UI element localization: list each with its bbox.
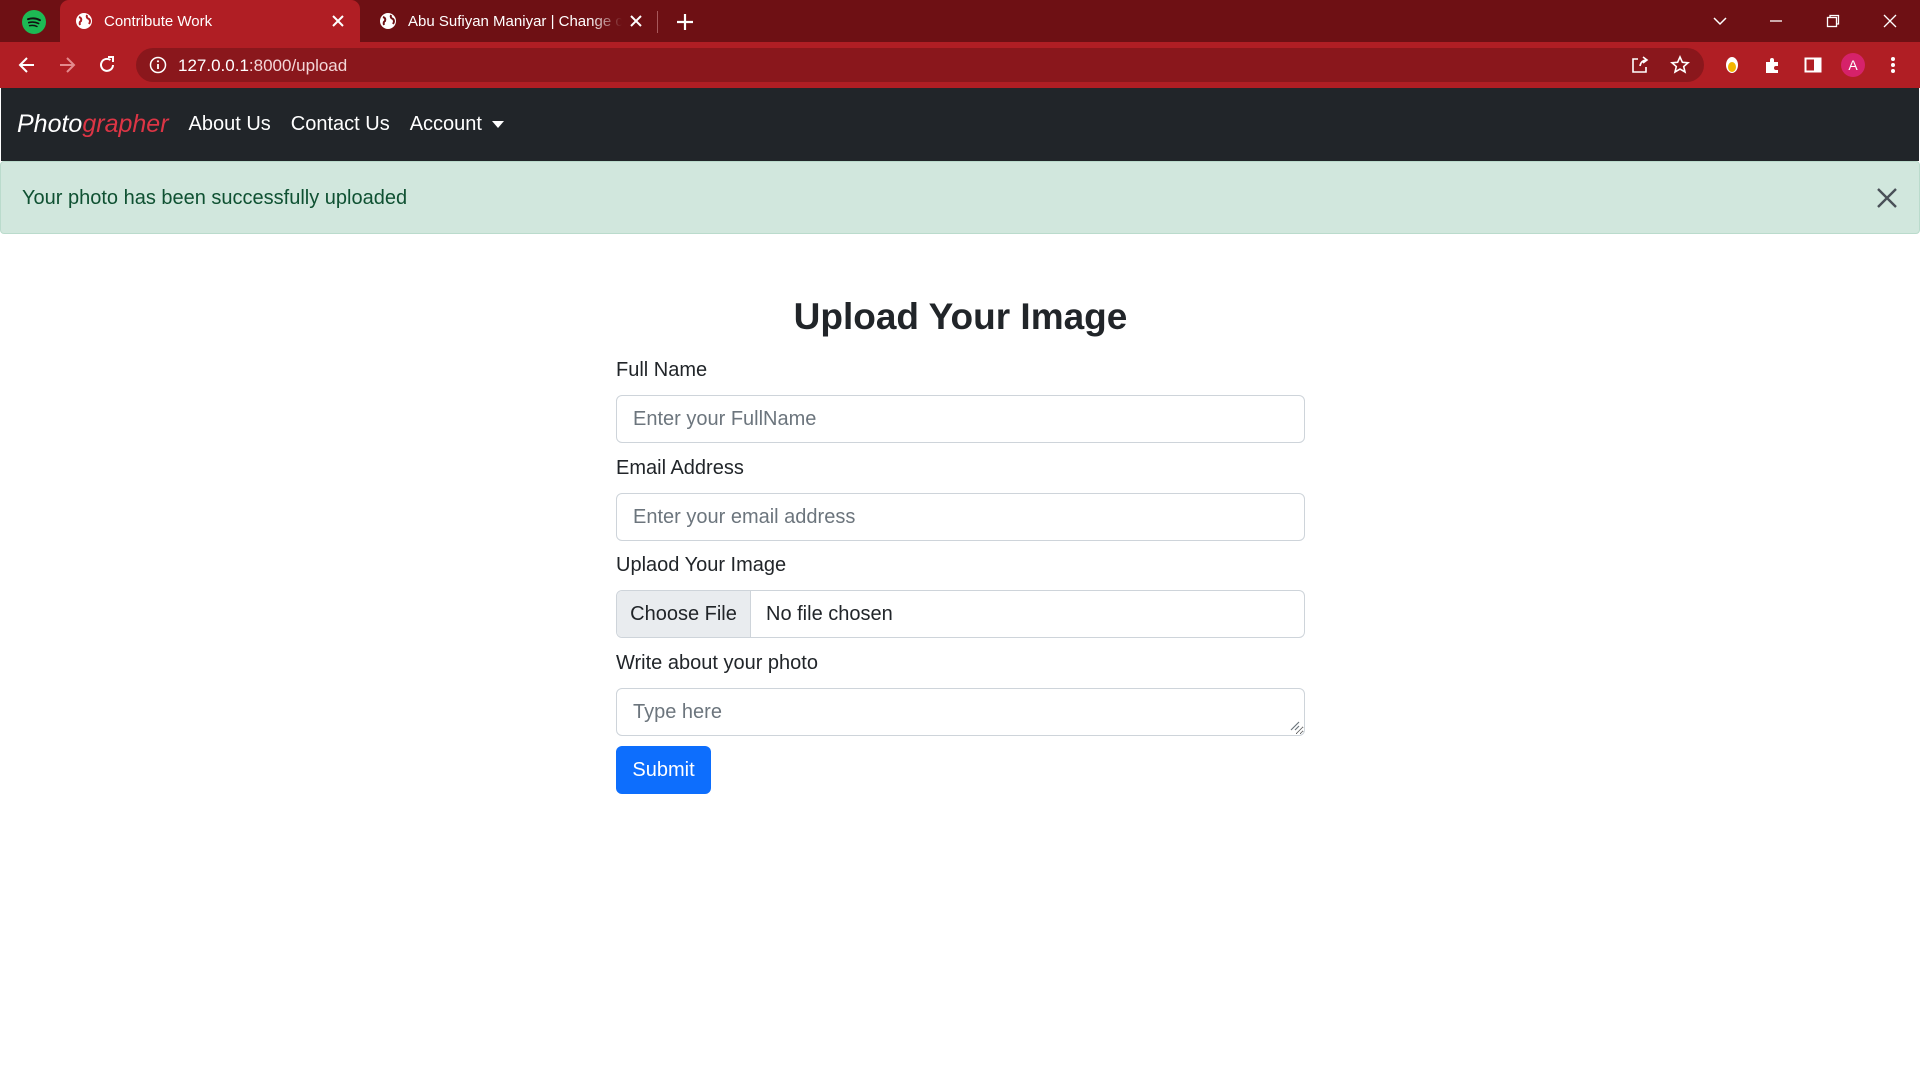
site-navbar: Photographer About Us Contact Us Account bbox=[1, 88, 1919, 161]
full-name-input[interactable] bbox=[616, 395, 1305, 443]
alert-message: Your photo has been successfully uploade… bbox=[22, 187, 408, 209]
close-tab-icon[interactable] bbox=[622, 7, 650, 35]
file-status-text: No file chosen bbox=[766, 602, 893, 625]
spotify-icon[interactable] bbox=[22, 10, 46, 34]
form-title: Upload Your Image bbox=[793, 296, 1128, 337]
menu-kebab-icon[interactable] bbox=[1879, 51, 1907, 79]
close-tab-icon[interactable] bbox=[324, 7, 352, 35]
submit-button[interactable]: Submit bbox=[616, 746, 711, 794]
new-tab-icon[interactable] bbox=[670, 7, 700, 37]
extension-icon[interactable] bbox=[1718, 51, 1746, 79]
image-file-input[interactable]: Choose File No file chosen bbox=[616, 590, 1305, 638]
nav-account-dropdown[interactable]: Account bbox=[410, 113, 504, 136]
url-text: 127.0.0.1:8000/upload bbox=[178, 56, 348, 75]
caret-down-icon bbox=[491, 121, 504, 128]
email-label: Email Address bbox=[616, 457, 744, 479]
address-bar[interactable]: 127.0.0.1:8000/upload bbox=[136, 48, 1704, 82]
restore-icon[interactable] bbox=[1805, 0, 1861, 42]
back-arrow-icon[interactable] bbox=[12, 50, 42, 80]
profile-avatar[interactable]: A bbox=[1841, 53, 1865, 77]
close-window-icon[interactable] bbox=[1862, 0, 1918, 42]
bookmark-star-icon[interactable] bbox=[1668, 53, 1692, 77]
tab-separator bbox=[657, 11, 658, 33]
side-panel-icon[interactable] bbox=[1799, 51, 1827, 79]
resize-grip-icon[interactable] bbox=[1290, 721, 1300, 731]
minimize-icon[interactable] bbox=[1748, 0, 1804, 42]
nav-about-us[interactable]: About Us bbox=[189, 113, 271, 136]
email-input[interactable] bbox=[616, 493, 1305, 541]
about-photo-label: Write about your photo bbox=[616, 652, 818, 674]
browser-toolbar: 127.0.0.1:8000/upload A bbox=[0, 42, 1920, 88]
close-alert-icon[interactable] bbox=[1873, 184, 1901, 212]
success-alert: Your photo has been successfully uploade… bbox=[0, 161, 1920, 234]
tab-contribute-work[interactable]: Contribute Work bbox=[60, 0, 360, 42]
choose-file-button[interactable]: Choose File bbox=[617, 591, 751, 637]
nav-account-label: Account bbox=[409, 113, 482, 135]
globe-icon bbox=[76, 13, 92, 29]
about-photo-textarea[interactable] bbox=[616, 688, 1305, 736]
site-info-icon[interactable] bbox=[148, 55, 168, 75]
tab-abu-sufiyan[interactable]: Abu Sufiyan Maniyar | Change color bbox=[364, 0, 658, 42]
tab-search-icon[interactable] bbox=[1692, 0, 1748, 42]
full-name-label: Full Name bbox=[616, 359, 708, 381]
nav-contact-us[interactable]: Contact Us bbox=[291, 113, 390, 136]
brand-logo[interactable]: Photographer bbox=[17, 110, 169, 139]
share-icon[interactable] bbox=[1628, 53, 1652, 77]
tab-title: Abu Sufiyan Maniyar | Change color bbox=[408, 12, 622, 30]
globe-icon bbox=[380, 13, 396, 29]
upload-form: Upload Your Image Full Name Email Addres… bbox=[616, 296, 1305, 794]
reload-icon[interactable] bbox=[92, 50, 122, 80]
forward-arrow-icon[interactable] bbox=[52, 50, 82, 80]
image-label: Uplaod Your Image bbox=[616, 554, 787, 576]
browser-tabstrip: Contribute Work Abu Sufiyan Maniyar | Ch… bbox=[0, 0, 1920, 42]
tab-title: Contribute Work bbox=[104, 12, 213, 30]
puzzle-extensions-icon[interactable] bbox=[1759, 51, 1787, 79]
